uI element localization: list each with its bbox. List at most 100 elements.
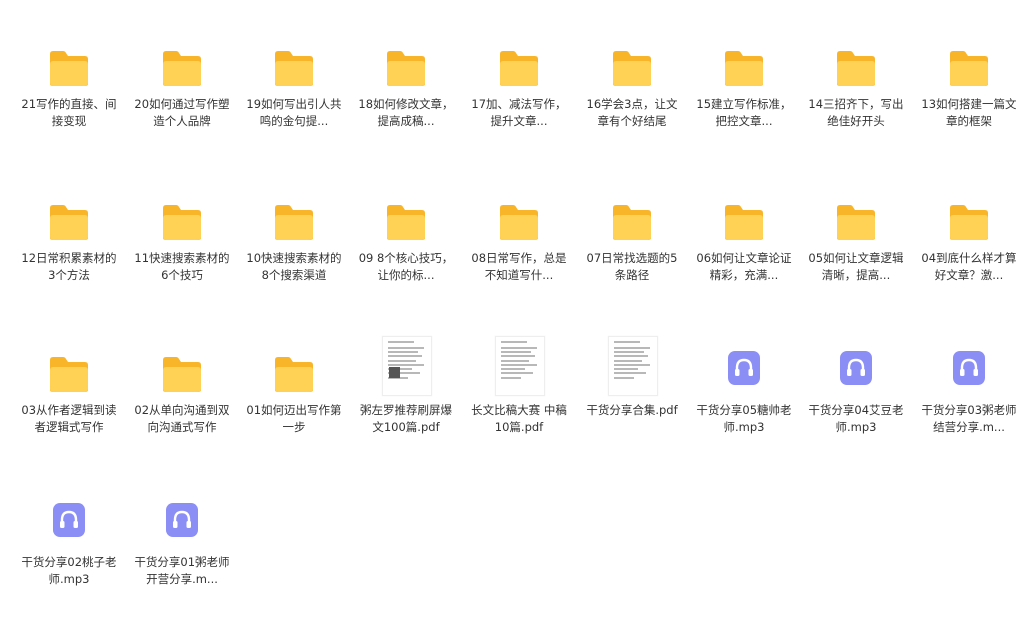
thumbnail-line xyxy=(614,360,642,362)
pdf-file-item[interactable]: 长文比稿大赛 中稿10篇.pdf xyxy=(465,336,573,436)
folder-icon xyxy=(387,51,425,86)
file-name-label: 粥左罗推荐刷屏爆文100篇.pdf xyxy=(360,403,452,434)
icon-wrapper xyxy=(240,38,348,96)
folder-icon xyxy=(275,51,313,86)
folder-icon xyxy=(163,205,201,240)
icon-wrapper xyxy=(915,192,1023,250)
folder-icon xyxy=(500,205,538,240)
icon-wrapper xyxy=(690,344,798,402)
icon-wrapper xyxy=(915,344,1023,402)
folder-item[interactable]: 05如何让文章逻辑清晰，提高... xyxy=(802,192,910,284)
icon-wrapper xyxy=(128,496,236,554)
file-name-label: 13如何搭建一篇文章的框架 xyxy=(921,97,1017,128)
folder-item[interactable]: 07日常找选题的5条路径 xyxy=(578,192,686,284)
file-name-label: 干货分享04艾豆老师.mp3 xyxy=(808,403,904,434)
thumbnail-line xyxy=(501,360,529,362)
audio-file-item[interactable]: 干货分享01粥老师开营分享.m... xyxy=(128,496,236,588)
audio-file-icon xyxy=(728,351,760,385)
file-name-label: 干货分享03粥老师结营分享.m... xyxy=(921,403,1017,434)
icon-wrapper xyxy=(915,38,1023,96)
file-name-label: 15建立写作标准，把控文章... xyxy=(696,97,792,128)
folder-item[interactable]: 04到底什么样才算好文章？激... xyxy=(915,192,1023,284)
icon-wrapper xyxy=(578,336,686,402)
file-name-label: 20如何通过写作塑造个人品牌 xyxy=(134,97,230,128)
folder-item[interactable]: 20如何通过写作塑造个人品牌 xyxy=(128,38,236,130)
icon-wrapper xyxy=(15,38,123,96)
folder-icon xyxy=(950,205,988,240)
audio-file-item[interactable]: 干货分享02桃子老师.mp3 xyxy=(15,496,123,588)
folder-item[interactable]: 11快速搜索素材的6个技巧 xyxy=(128,192,236,284)
folder-icon xyxy=(50,51,88,86)
thumbnail-line xyxy=(501,364,537,366)
thumbnail-line xyxy=(614,351,644,353)
folder-item[interactable]: 12日常积累素材的3个方法 xyxy=(15,192,123,284)
icon-wrapper xyxy=(240,344,348,402)
audio-file-item[interactable]: 干货分享03粥老师结营分享.m... xyxy=(915,344,1023,436)
icon-wrapper xyxy=(128,38,236,96)
file-name-label: 14三招齐下，写出绝佳好开头 xyxy=(808,97,904,128)
folder-icon xyxy=(163,51,201,86)
thumbnail-line xyxy=(388,355,422,357)
folder-item[interactable]: 03从作者逻辑到读者逻辑式写作 xyxy=(15,344,123,436)
audio-file-icon xyxy=(953,351,985,385)
folder-icon xyxy=(613,205,651,240)
folder-item[interactable]: 15建立写作标准，把控文章... xyxy=(690,38,798,130)
icon-wrapper xyxy=(578,38,686,96)
thumbnail-line xyxy=(388,364,424,366)
icon-wrapper xyxy=(802,38,910,96)
icon-wrapper xyxy=(802,344,910,402)
folder-icon xyxy=(725,51,763,86)
folder-icon xyxy=(837,205,875,240)
pdf-file-item[interactable]: 粥左罗推荐刷屏爆文100篇.pdf xyxy=(352,336,460,436)
folder-item[interactable]: 08日常写作，总是不知道写什... xyxy=(465,192,573,284)
folder-item[interactable]: 13如何搭建一篇文章的框架 xyxy=(915,38,1023,130)
thumbnail-line xyxy=(614,347,650,349)
folder-icon xyxy=(725,205,763,240)
file-name-label: 02从单向沟通到双向沟通式写作 xyxy=(134,403,230,434)
icon-wrapper xyxy=(352,38,460,96)
folder-item[interactable]: 16学会3点，让文章有个好结尾 xyxy=(578,38,686,130)
file-name-label: 干货分享02桃子老师.mp3 xyxy=(21,555,117,586)
thumbnail-line xyxy=(614,377,634,379)
file-name-label: 03从作者逻辑到读者逻辑式写作 xyxy=(21,403,117,434)
thumbnail-line xyxy=(614,368,638,370)
file-name-label: 11快速搜索素材的6个技巧 xyxy=(134,251,230,282)
folder-icon xyxy=(387,205,425,240)
thumbnail-line xyxy=(614,372,646,374)
thumbnail-line xyxy=(614,355,648,357)
pdf-file-item[interactable]: 干货分享合集.pdf xyxy=(578,336,686,419)
pdf-thumbnail-icon xyxy=(495,336,545,396)
folder-item[interactable]: 10快速搜索素材的8个搜索渠道 xyxy=(240,192,348,284)
audio-file-item[interactable]: 干货分享05糖帅老师.mp3 xyxy=(690,344,798,436)
file-name-label: 16学会3点，让文章有个好结尾 xyxy=(586,97,678,128)
qr-code-icon xyxy=(389,367,400,378)
file-name-label: 18如何修改文章，提高成稿... xyxy=(358,97,454,128)
icon-wrapper xyxy=(802,192,910,250)
file-name-label: 08日常写作，总是不知道写什... xyxy=(471,251,567,282)
folder-item[interactable]: 14三招齐下，写出绝佳好开头 xyxy=(802,38,910,130)
folder-item[interactable]: 06如何让文章论证精彩，充满... xyxy=(690,192,798,284)
folder-item[interactable]: 18如何修改文章，提高成稿... xyxy=(352,38,460,130)
folder-item[interactable]: 09 8个核心技巧，让你的标... xyxy=(352,192,460,284)
icon-wrapper xyxy=(240,192,348,250)
folder-item[interactable]: 02从单向沟通到双向沟通式写作 xyxy=(128,344,236,436)
thumbnail-line xyxy=(614,341,640,343)
file-name-label: 19如何写出引人共鸣的金句提... xyxy=(246,97,342,128)
thumbnail-line xyxy=(501,368,525,370)
folder-icon xyxy=(500,51,538,86)
folder-item[interactable]: 21写作的直接、间接变现 xyxy=(15,38,123,130)
file-name-label: 10快速搜索素材的8个搜索渠道 xyxy=(246,251,342,282)
thumbnail-line xyxy=(614,364,650,366)
file-name-label: 05如何让文章逻辑清晰，提高... xyxy=(808,251,904,282)
file-name-label: 干货分享05糖帅老师.mp3 xyxy=(696,403,792,434)
folder-item[interactable]: 01如何迈出写作第一步 xyxy=(240,344,348,436)
folder-icon xyxy=(275,357,313,392)
folder-item[interactable]: 17加、减法写作，提升文章... xyxy=(465,38,573,130)
pdf-thumbnail-icon xyxy=(382,336,432,396)
thumbnail-line xyxy=(388,351,418,353)
folder-icon xyxy=(50,205,88,240)
audio-file-item[interactable]: 干货分享04艾豆老师.mp3 xyxy=(802,344,910,436)
folder-item[interactable]: 19如何写出引人共鸣的金句提... xyxy=(240,38,348,130)
file-name-label: 干货分享合集.pdf xyxy=(586,403,678,417)
icon-wrapper xyxy=(15,496,123,554)
